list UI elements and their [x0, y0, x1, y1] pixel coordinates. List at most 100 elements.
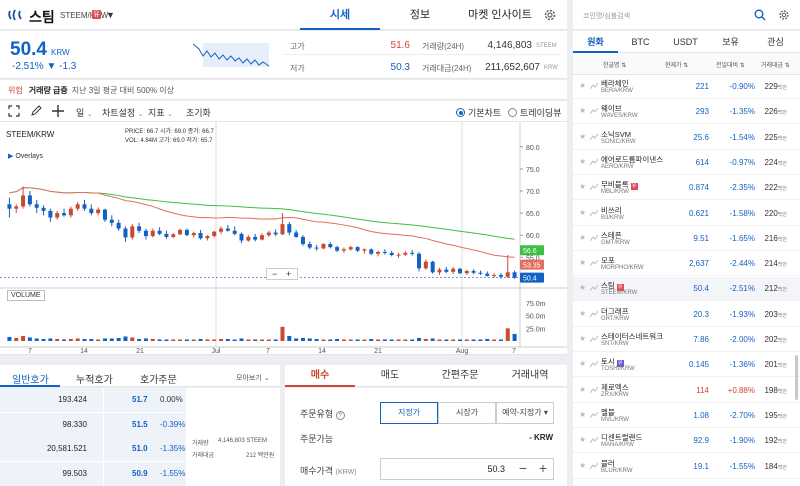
- coin-row[interactable]: ★ 디센트럴랜드 MANA/KRW 92.9 -1.90% 192백만: [573, 429, 800, 454]
- coin-row[interactable]: ★ 멜블 MVL/KRW 1.08 -2.70% 195백만: [573, 404, 800, 428]
- fullscreen-icon[interactable]: [8, 105, 20, 117]
- star-icon[interactable]: ★: [579, 283, 586, 292]
- tab-general-orderbook[interactable]: 일반호가: [12, 371, 49, 386]
- coin-list-scrollbar[interactable]: [795, 355, 798, 400]
- coin-row[interactable]: ★ 무비블록 유 MBL/KRW 0.874 -2.35% 222백만: [573, 176, 800, 201]
- star-icon[interactable]: ★: [579, 233, 586, 242]
- mini-chart-icon[interactable]: [590, 107, 598, 115]
- star-icon[interactable]: ★: [579, 106, 586, 115]
- tab-price[interactable]: 시세: [300, 0, 380, 30]
- chart-settings-button[interactable]: 차트설정 ⌄: [102, 106, 144, 119]
- coin-row[interactable]: ★ 스테이터스네트워크토큰SNT/KRW 7.86 -2.00% 202백만: [573, 328, 800, 352]
- plus-icon[interactable]: +: [539, 460, 547, 476]
- mini-chart-icon[interactable]: [590, 436, 598, 444]
- tab-holdings[interactable]: 보유: [708, 31, 753, 53]
- mini-chart-icon[interactable]: [590, 133, 598, 141]
- gear-icon[interactable]: [777, 8, 791, 22]
- star-icon[interactable]: ★: [579, 359, 586, 368]
- gear-icon[interactable]: [542, 7, 558, 23]
- coin-row[interactable]: ★ 스팀 유 STEEM/KRW 50.4 -2.51% 212백만: [573, 277, 800, 302]
- header-volume[interactable]: 거래대금 ⇅: [761, 60, 790, 69]
- reserve-order-select[interactable]: 예약-지정가 ▾: [496, 402, 554, 424]
- pencil-icon[interactable]: [30, 105, 42, 117]
- limit-order-button[interactable]: 지정가: [380, 402, 438, 424]
- coin-row[interactable]: ★ 토시 유 TOSHI/KRW 0.145 -1.36% 201백만: [573, 353, 800, 378]
- candle-body: [219, 228, 224, 232]
- search-icon[interactable]: [754, 9, 766, 21]
- coin-row[interactable]: ★ 더그래프 GRT/KRW 20.3 -1.93% 203백만: [573, 303, 800, 327]
- overlays-toggle[interactable]: ▶ Overlays: [8, 152, 43, 160]
- market-order-button[interactable]: 시장가: [438, 402, 496, 424]
- star-icon[interactable]: ★: [579, 81, 586, 90]
- header-price[interactable]: 현재가 ⇅: [665, 60, 688, 69]
- tab-market-insight[interactable]: 마켓 인사이트: [460, 0, 540, 30]
- mini-chart-icon[interactable]: [590, 411, 598, 419]
- star-icon[interactable]: ★: [579, 309, 586, 318]
- orderbook-row[interactable]: 193.424 51.7 0.00%: [0, 388, 280, 412]
- star-icon[interactable]: ★: [579, 461, 586, 470]
- star-icon[interactable]: ★: [579, 334, 586, 343]
- zoom-out-icon[interactable]: −: [272, 269, 277, 279]
- coin-row[interactable]: ★ 블러 BLUR/KRW 19.1 -1.55% 184백만: [573, 455, 800, 479]
- coin-row[interactable]: ★ 스테픈 GMT/KRW 9.51 -1.65% 216백만: [573, 227, 800, 251]
- mini-chart-icon[interactable]: [590, 82, 598, 90]
- star-icon[interactable]: ★: [579, 435, 586, 444]
- tab-btc[interactable]: BTC: [618, 31, 663, 53]
- mini-chart-icon[interactable]: [590, 209, 598, 217]
- tab-sell[interactable]: 매도: [355, 365, 425, 387]
- mini-chart-icon[interactable]: [590, 284, 598, 292]
- crosshair-icon[interactable]: [52, 105, 64, 117]
- minus-icon[interactable]: −: [519, 460, 527, 476]
- coin-row[interactable]: ★ 비쓰리 B3/KRW 0.621 -1.58% 220백만: [573, 202, 800, 226]
- star-icon[interactable]: ★: [579, 410, 586, 419]
- tab-trade-history[interactable]: 거래내역: [495, 365, 565, 387]
- coin-search[interactable]: 코인명/심볼검색: [573, 0, 800, 30]
- reset-button[interactable]: 초기화: [186, 106, 211, 119]
- tab-favorites[interactable]: 관심: [753, 31, 798, 53]
- tab-info[interactable]: 정보: [380, 0, 460, 30]
- star-icon[interactable]: ★: [579, 208, 586, 217]
- coin-row[interactable]: ★ 에어로드롬파이낸스 AERO/KRW 614 -0.97% 224백만: [573, 151, 800, 175]
- coin-row[interactable]: ★ 제로엑스 ZRX/KRW 114 +0.88% 198백만: [573, 379, 800, 403]
- coin-row[interactable]: ★ 웨이브 WAVES/KRW 293 -1.35% 226백만: [573, 100, 800, 125]
- indicators-button[interactable]: 지표 ⌄: [148, 106, 173, 119]
- star-icon[interactable]: ★: [579, 182, 586, 191]
- candlestick-chart[interactable]: 80.075.070.065.060.055.050.075.0m50.0m25…: [0, 122, 567, 355]
- mini-chart-icon[interactable]: [590, 386, 598, 394]
- mini-chart-icon[interactable]: [590, 259, 598, 267]
- tab-buy[interactable]: 매수: [285, 365, 355, 387]
- mini-chart-icon[interactable]: [590, 234, 598, 242]
- tab-orderbook-order[interactable]: 호가주문: [140, 371, 177, 386]
- star-icon[interactable]: ★: [579, 132, 586, 141]
- tradingview-radio[interactable]: 트레이딩뷰: [508, 106, 561, 119]
- mini-chart-icon[interactable]: [590, 158, 598, 166]
- mini-chart-icon[interactable]: [590, 183, 598, 191]
- header-name[interactable]: 한글명 ⇅: [603, 60, 626, 69]
- buy-price-input[interactable]: 50.3 − +: [380, 458, 554, 480]
- coin-row[interactable]: ★ 소닉SVM SONIC/KRW 25.6 -1.54% 225백만: [573, 126, 800, 150]
- orderbook-row[interactable]: 99.503 50.9 -1.55%: [0, 461, 280, 486]
- help-icon[interactable]: ?: [335, 411, 345, 420]
- view-select[interactable]: 모아보기 ⌄: [236, 373, 270, 383]
- tab-krw[interactable]: 원화: [573, 31, 618, 53]
- header-change[interactable]: 전일대비 ⇅: [716, 60, 745, 69]
- price-chart[interactable]: 80.075.070.065.060.055.050.075.0m50.0m25…: [0, 122, 567, 355]
- mini-chart-icon[interactable]: [590, 360, 598, 368]
- tab-easy-order[interactable]: 간편주문: [425, 365, 495, 387]
- interval-select[interactable]: 일 ⌄: [76, 106, 93, 119]
- coin-row[interactable]: ★ 모포 MORPHO/KRW 2,637 -2.44% 214백만: [573, 252, 800, 277]
- tab-cumulative-orderbook[interactable]: 누적호가: [76, 371, 113, 386]
- star-icon[interactable]: ★: [579, 258, 586, 267]
- mini-chart-icon[interactable]: [590, 310, 598, 318]
- basic-chart-radio[interactable]: 기본차트: [456, 106, 501, 119]
- star-icon[interactable]: ★: [579, 385, 586, 394]
- zoom-in-icon[interactable]: +: [286, 269, 291, 279]
- coin-row[interactable]: ★ 베라체인 BERA/KRW 221 -0.90% 229백만: [573, 75, 800, 99]
- coin-dropdown-icon[interactable]: ▼: [106, 10, 115, 20]
- star-icon[interactable]: ★: [579, 157, 586, 166]
- mini-chart-icon[interactable]: [590, 462, 598, 470]
- tab-usdt[interactable]: USDT: [663, 31, 708, 53]
- orderbook-row[interactable]: 98.330 51.5 -0.39%: [0, 412, 280, 437]
- buy-price-text: 매수가격: [300, 466, 334, 476]
- mini-chart-icon[interactable]: [590, 335, 598, 343]
